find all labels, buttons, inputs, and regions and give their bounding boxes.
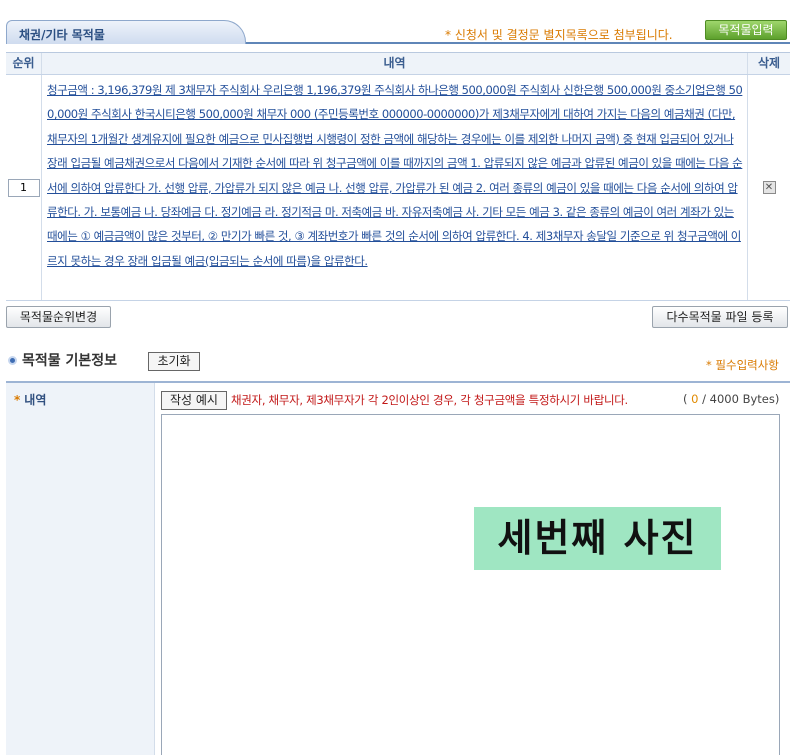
add-target-button[interactable]: 목적물입력: [705, 20, 787, 40]
table-header: 순위 내역 삭제: [6, 53, 790, 75]
section-title: 목적물 기본정보: [8, 350, 117, 370]
table-row: 청구금액 : 3,196,379원 제 3채무자 주식회사 우리은행 1,196…: [6, 75, 790, 301]
byte-counter-current: 0: [691, 392, 699, 406]
section-title-text: 목적물 기본정보: [22, 353, 118, 369]
delete-icon[interactable]: ✕: [762, 181, 776, 194]
multi-party-warning: 채권자, 채무자, 제3채무자가 각 2인이상인 경우, 각 청구금액을 특정하…: [231, 393, 628, 407]
delete-cell: ✕: [748, 75, 790, 300]
example-button[interactable]: 작성 예시: [161, 391, 227, 410]
required-note: * 필수입력사항: [706, 358, 779, 372]
bullet-icon: [8, 355, 17, 365]
required-star: *: [14, 393, 21, 407]
target-detail-link[interactable]: 청구금액 : 3,196,379원 제 3채무자 주식회사 우리은행 1,196…: [42, 75, 747, 273]
column-header-detail: 내역: [42, 53, 748, 74]
detail-textarea[interactable]: [161, 414, 780, 755]
bulk-upload-button[interactable]: 다수목적물 파일 등록: [652, 306, 788, 328]
byte-counter: ( 0 / 4000 Bytes): [683, 392, 779, 406]
detail-cell: 청구금액 : 3,196,379원 제 3채무자 주식회사 우리은행 1,196…: [42, 75, 748, 300]
tab-bond-other-target[interactable]: 채권/기타 목적물: [6, 20, 246, 44]
overlay-caption: 세번째 사진: [474, 507, 721, 570]
byte-counter-max: / 4000 Bytes): [702, 392, 780, 406]
detail-field-label: * 내역: [6, 383, 155, 755]
byte-counter-open: (: [683, 392, 688, 406]
detail-label-text: 내역: [24, 393, 47, 407]
column-header-delete: 삭제: [757, 56, 781, 70]
attachment-notice: * 신청서 및 결정문 별지목록으로 첨부됩니다.: [445, 28, 673, 42]
target-table: 순위 내역 삭제 청구금액 : 3,196,379원 제 3채무자 주식회사 우…: [6, 52, 790, 301]
order-input[interactable]: [7, 178, 40, 197]
column-header-order: 순위: [6, 53, 42, 74]
order-cell: [6, 75, 42, 300]
reset-button[interactable]: 초기화: [148, 352, 200, 371]
reorder-targets-button[interactable]: 목적물순위변경: [6, 306, 111, 328]
